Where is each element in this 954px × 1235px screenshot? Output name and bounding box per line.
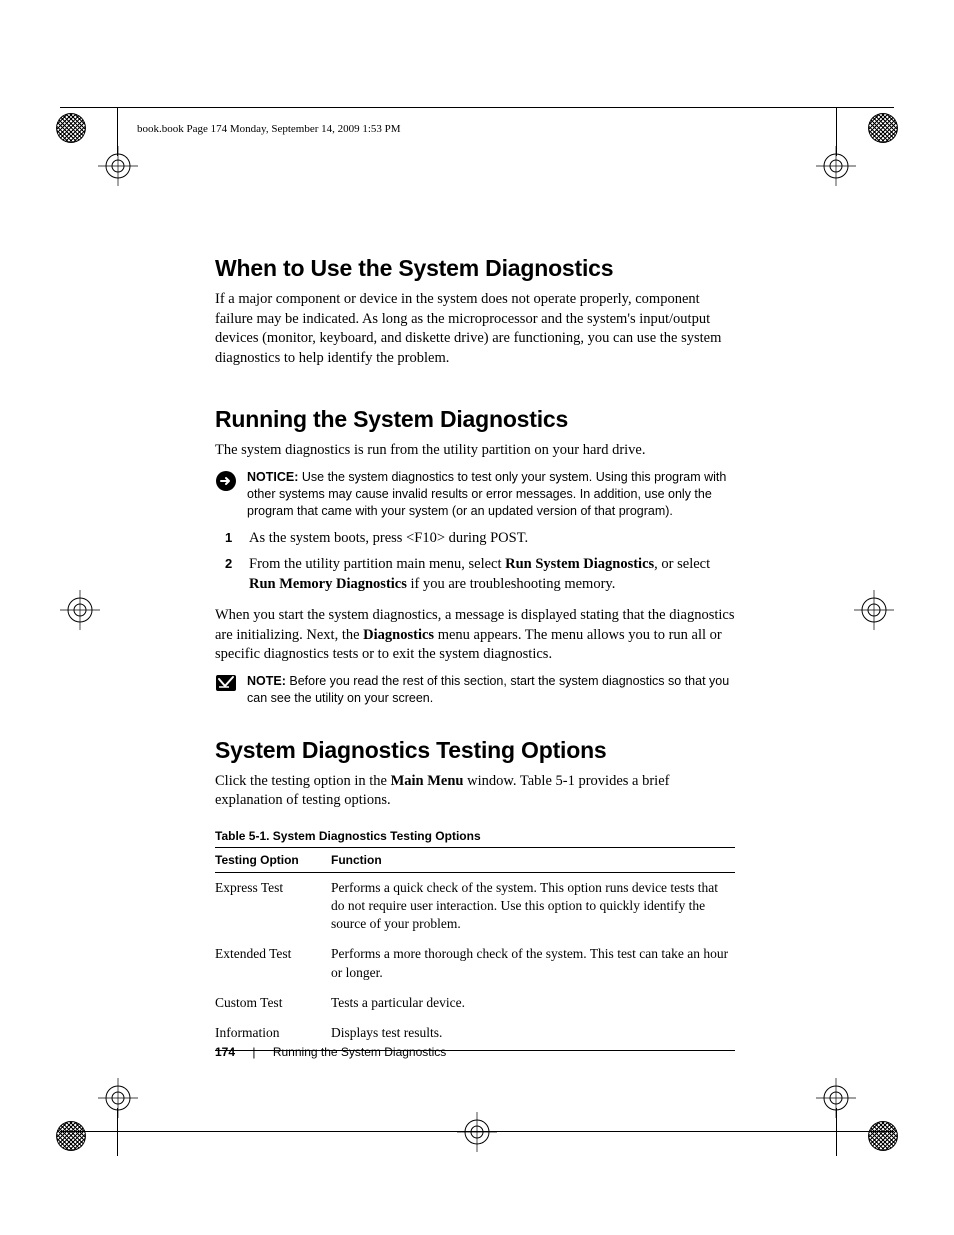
ui-term: Diagnostics <box>363 627 434 643</box>
heading-running-diagnostics: Running the System Diagnostics <box>215 406 735 433</box>
corner-ornament <box>868 1121 898 1151</box>
table-cell-function: Tests a particular device. <box>331 988 735 1018</box>
ui-term: Run System Diagnostics <box>505 556 654 572</box>
paragraph: When you start the system diagnostics, a… <box>215 606 735 665</box>
registration-mark <box>854 590 894 630</box>
table-cell-option: Extended Test <box>215 939 331 987</box>
crop-top-rule <box>60 107 894 108</box>
paragraph: The system diagnostics is run from the u… <box>215 441 735 461</box>
step-list: As the system boots, press <F10> during … <box>215 529 735 594</box>
table-header: Function <box>331 847 735 872</box>
ui-term: Main Menu <box>391 773 464 789</box>
footer-chapter: Running the System Diagnostics <box>273 1045 446 1059</box>
table-row: Express Test Performs a quick check of t… <box>215 872 735 939</box>
note-body: Before you read the rest of this section… <box>247 674 729 705</box>
paragraph: If a major component or device in the sy… <box>215 290 735 368</box>
paragraph: Click the testing option in the Main Men… <box>215 772 735 811</box>
note-callout: NOTE: Before you read the rest of this s… <box>215 673 735 707</box>
registration-mark <box>98 1078 138 1118</box>
text: , or select <box>654 556 710 572</box>
diagnostics-options-table: Testing Option Function Express Test Per… <box>215 847 735 1052</box>
ui-term: Run Memory Diagnostics <box>249 576 407 592</box>
table-header: Testing Option <box>215 847 331 872</box>
crop-line <box>836 1108 837 1156</box>
heading-testing-options: System Diagnostics Testing Options <box>215 737 735 764</box>
crop-line <box>117 1108 118 1156</box>
corner-ornament <box>56 1121 86 1151</box>
corner-ornament <box>868 113 898 143</box>
text: if you are troubleshooting memory. <box>407 576 615 592</box>
table-cell-option: Express Test <box>215 872 331 939</box>
corner-ornament <box>56 113 86 143</box>
note-text: NOTE: Before you read the rest of this s… <box>241 673 735 707</box>
notice-body: Use the system diagnostics to test only … <box>247 470 726 518</box>
page-content: When to Use the System Diagnostics If a … <box>215 255 735 1051</box>
page-footer: 174 | Running the System Diagnostics <box>215 1045 446 1059</box>
step-item: As the system boots, press <F10> during … <box>215 529 735 549</box>
table-cell-function: Performs a more thorough check of the sy… <box>331 939 735 987</box>
note-lead: NOTE: <box>247 674 286 688</box>
crop-line <box>836 108 837 156</box>
text: From the utility partition main menu, se… <box>249 556 505 572</box>
table-row: Custom Test Tests a particular device. <box>215 988 735 1018</box>
text: Click the testing option in the <box>215 773 391 789</box>
heading-when-to-use: When to Use the System Diagnostics <box>215 255 735 282</box>
notice-text: NOTICE: Use the system diagnostics to te… <box>241 469 735 520</box>
table-caption: Table 5-1. System Diagnostics Testing Op… <box>215 829 735 843</box>
notice-lead: NOTICE: <box>247 470 298 484</box>
page-number: 174 <box>215 1045 235 1059</box>
step-item: From the utility partition main menu, se… <box>215 555 735 594</box>
table-row: Extended Test Performs a more thorough c… <box>215 939 735 987</box>
running-header: book.book Page 174 Monday, September 14,… <box>137 123 401 135</box>
crop-line <box>117 108 118 156</box>
registration-mark <box>457 1112 497 1152</box>
footer-separator: | <box>252 1045 255 1059</box>
table-cell-option: Custom Test <box>215 988 331 1018</box>
registration-mark <box>98 146 138 186</box>
table-cell-function: Performs a quick check of the system. Th… <box>331 872 735 939</box>
crop-line <box>60 1131 894 1132</box>
note-icon <box>215 674 241 707</box>
notice-callout: NOTICE: Use the system diagnostics to te… <box>215 469 735 520</box>
registration-mark <box>60 590 100 630</box>
notice-icon <box>215 470 241 520</box>
